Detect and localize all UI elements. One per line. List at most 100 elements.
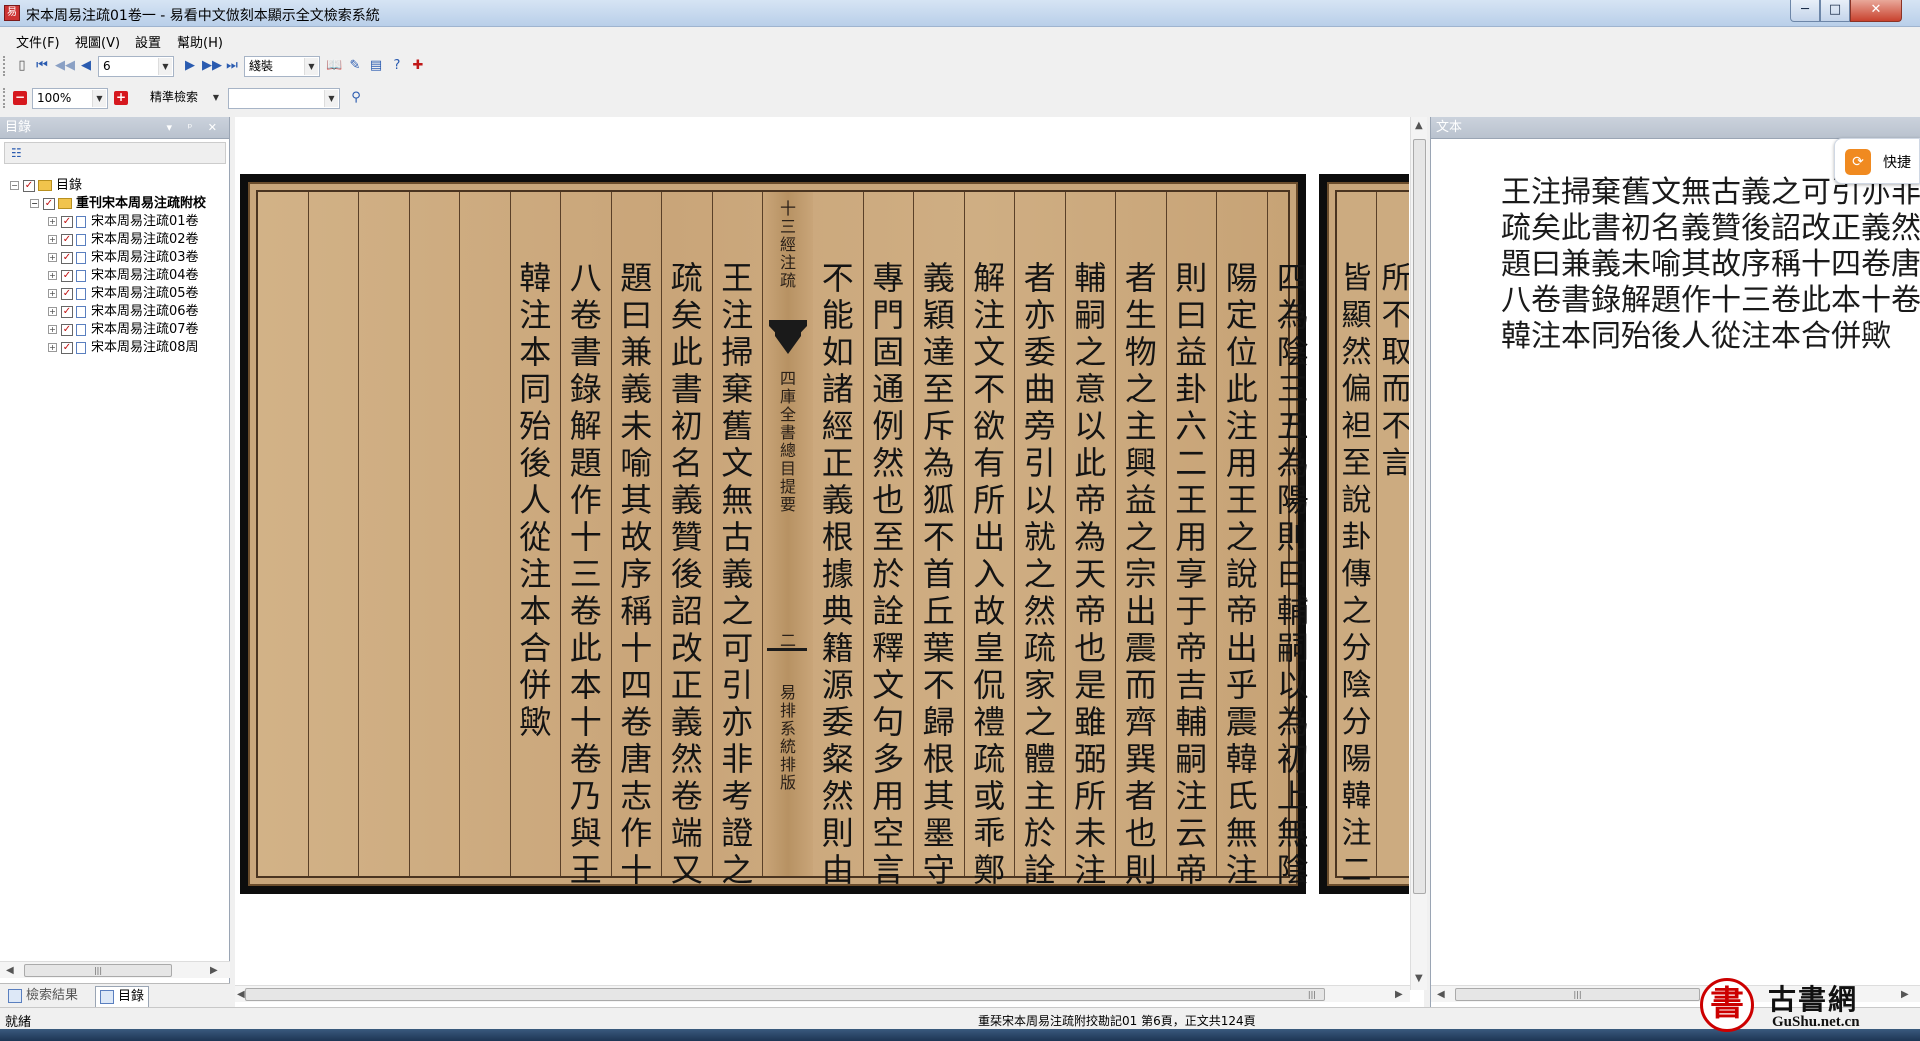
tab-search-results[interactable]: 檢索結果 [4, 986, 82, 1008]
scroll-left-icon[interactable]: ◀ [237, 986, 245, 1003]
tree-root-label: 目錄 [56, 178, 83, 193]
text-line: 疏矣此書初名義贊後詔改正義然卷端又 [1501, 211, 1920, 246]
checkbox-icon[interactable]: ✓ [61, 233, 73, 246]
checkbox-icon[interactable]: ✓ [43, 197, 55, 210]
center-rule [767, 648, 807, 651]
page-number-input[interactable]: 6 ▼ [98, 56, 174, 77]
scroll-right-icon[interactable]: ▶ [1395, 986, 1403, 1003]
page-column [258, 192, 309, 876]
settings-icon[interactable]: ✚ [410, 58, 426, 74]
quick-access-button[interactable]: ⟳ 快捷 [1834, 138, 1920, 184]
tree-item-05[interactable]: + ✓ 宋本周易注疏05卷 [48, 285, 199, 303]
document-vertical-scrollbar[interactable]: ▲ ▼ [1410, 117, 1427, 990]
edit-icon[interactable]: ✎ [347, 58, 363, 74]
next-page-border: 皆 顯 然 偏 袒 至 說 卦 傳 之 分 陰 分 陽 韓 注 二所 不 取 而… [1327, 182, 1409, 888]
scroll-left-icon[interactable]: ◀ [6, 962, 14, 979]
checkbox-icon[interactable]: ✓ [23, 179, 35, 192]
tree-item-03[interactable]: + ✓ 宋本周易注疏03卷 [48, 249, 199, 267]
expand-icon[interactable]: + [48, 307, 57, 316]
close-button[interactable]: ✕ [1850, 0, 1902, 22]
collapse-icon[interactable]: − [30, 199, 39, 208]
minimize-button[interactable]: ─ [1790, 0, 1820, 22]
previous-chapter-icon[interactable]: ◀◀ [55, 58, 75, 74]
scroll-right-icon[interactable]: ▶ [210, 962, 218, 979]
zoom-in-icon[interactable]: + [114, 91, 128, 105]
menu-file[interactable]: 文件(F) [16, 32, 60, 51]
tree-item-label: 宋本周易注疏03卷 [91, 250, 199, 265]
layout-select[interactable]: 綫裝 ▼ [244, 56, 320, 77]
text-content[interactable]: 王注掃棄舊文無古義之可引亦非考證之 疏矣此書初名義贊後詔改正義然卷端又 題曰兼義… [1501, 175, 1920, 505]
scrollbar-thumb[interactable]: ||| [245, 988, 1325, 1001]
scroll-left-icon[interactable]: ◀ [1437, 986, 1445, 1003]
expand-icon[interactable]: + [48, 235, 57, 244]
tree-item-label: 宋本周易注疏01卷 [91, 214, 199, 229]
checkbox-icon[interactable]: ✓ [61, 287, 73, 300]
search-mode-select[interactable]: 精準檢索 ▼ [146, 88, 224, 109]
tree-item-07[interactable]: + ✓ 宋本周易注疏07卷 [48, 321, 199, 339]
toolbar-grip[interactable] [3, 56, 6, 76]
tree-item-01[interactable]: + ✓ 宋本周易注疏01卷 [48, 213, 199, 231]
expand-icon[interactable]: + [48, 253, 57, 262]
tab-toc[interactable]: 目錄 [95, 986, 150, 1008]
menu-view[interactable]: 視圖(V) [75, 32, 120, 51]
page-column [359, 192, 410, 876]
text-panel: 文本 王注掃棄舊文無古義之可引亦非考證之 疏矣此書初名義贊後詔改正義然卷端又 題… [1430, 117, 1920, 1007]
chevron-down-icon[interactable]: ▼ [304, 58, 318, 75]
chevron-down-icon[interactable]: ▼ [209, 89, 223, 106]
page-column-text: 則 曰 益 卦 六 二 王 用 享 于 帝 吉 輔 嗣 注 云 帝 [1175, 259, 1208, 889]
expand-icon[interactable]: + [48, 271, 57, 280]
book-icon[interactable]: 📖 [326, 58, 342, 74]
expand-icon[interactable]: + [48, 217, 57, 226]
scroll-down-icon[interactable]: ▼ [1415, 970, 1423, 987]
checkbox-icon[interactable]: ✓ [61, 341, 73, 354]
scroll-right-icon[interactable]: ▶ [1901, 986, 1909, 1003]
maximize-button[interactable]: □ [1820, 0, 1850, 22]
chevron-down-icon[interactable]: ▼ [324, 90, 338, 107]
search-input[interactable]: ▼ [228, 88, 340, 109]
toolbar-grip[interactable] [3, 88, 6, 108]
next-page-icon[interactable]: ▶ [182, 58, 198, 74]
help-icon[interactable]: ? [389, 58, 405, 74]
chevron-down-icon[interactable]: ▼ [158, 58, 172, 75]
checkbox-icon[interactable]: ✓ [61, 269, 73, 282]
checkbox-icon[interactable]: ✓ [61, 305, 73, 318]
expand-icon[interactable]: + [48, 343, 57, 352]
print-icon[interactable]: ▤ [368, 58, 384, 74]
tree-view-icon[interactable]: ☷ [11, 146, 25, 160]
previous-page-icon[interactable]: ◀ [78, 58, 94, 74]
toc-horizontal-scrollbar[interactable]: ◀ ||| ▶ [0, 961, 230, 978]
checkbox-icon[interactable]: ✓ [61, 323, 73, 336]
expand-icon[interactable]: + [48, 325, 57, 334]
menu-settings[interactable]: 設置 [135, 32, 161, 51]
last-page-icon[interactable]: ⏭ [224, 58, 240, 74]
page-column-text: 義 穎 達 至 斥 為 狐 不 首 丘 葉 不 歸 根 其 墨 守 [922, 259, 955, 889]
scrollbar-thumb[interactable]: ||| [24, 964, 172, 977]
next-chapter-icon[interactable]: ▶▶ [202, 58, 222, 74]
scrollbar-thumb[interactable] [1413, 139, 1426, 894]
tree-item-06[interactable]: + ✓ 宋本周易注疏06卷 [48, 303, 199, 321]
title-bar: 易 宋本周易注疏01卷一 - 易看中文倣刻本顯示全文檢索系統 ─ □ ✕ [0, 0, 1920, 27]
menu-help[interactable]: 幫助(H) [177, 32, 223, 51]
tree-item-02[interactable]: + ✓ 宋本周易注疏02卷 [48, 231, 199, 249]
zoom-select[interactable]: 100% ▼ [32, 88, 108, 109]
first-page-icon[interactable]: ⏮ [34, 58, 50, 74]
collapse-icon[interactable]: − [10, 181, 19, 190]
tree-root[interactable]: − ✓ 目錄 [10, 177, 82, 195]
scrollbar-thumb[interactable]: ||| [1455, 988, 1700, 1001]
search-binoculars-icon[interactable]: ⚲ [348, 90, 364, 106]
tree-item-08[interactable]: + ✓ 宋本周易注疏08周 [48, 339, 199, 357]
next-page-column-text: 皆 顯 然 偏 袒 至 說 卦 傳 之 分 陰 分 陽 韓 注 二 [1341, 261, 1372, 888]
tree-item-04[interactable]: + ✓ 宋本周易注疏04卷 [48, 267, 199, 285]
expand-icon[interactable]: + [48, 289, 57, 298]
document-horizontal-scrollbar[interactable]: ◀ ||| ▶ [235, 985, 1410, 1002]
scroll-up-icon[interactable]: ▲ [1415, 117, 1423, 134]
page-column [410, 192, 460, 876]
text-panel-header: 文本 [1431, 117, 1920, 139]
panel-controls[interactable]: ▾ ᵖ ✕ [167, 117, 223, 138]
checkbox-icon[interactable]: ✓ [61, 251, 73, 264]
chevron-down-icon[interactable]: ▼ [92, 90, 106, 107]
tree-book[interactable]: − ✓ 重刊宋本周易注疏附校 [30, 195, 206, 213]
zoom-out-icon[interactable]: − [13, 91, 27, 105]
checkbox-icon[interactable]: ✓ [61, 215, 73, 228]
new-document-icon[interactable]: ▯ [14, 58, 30, 74]
